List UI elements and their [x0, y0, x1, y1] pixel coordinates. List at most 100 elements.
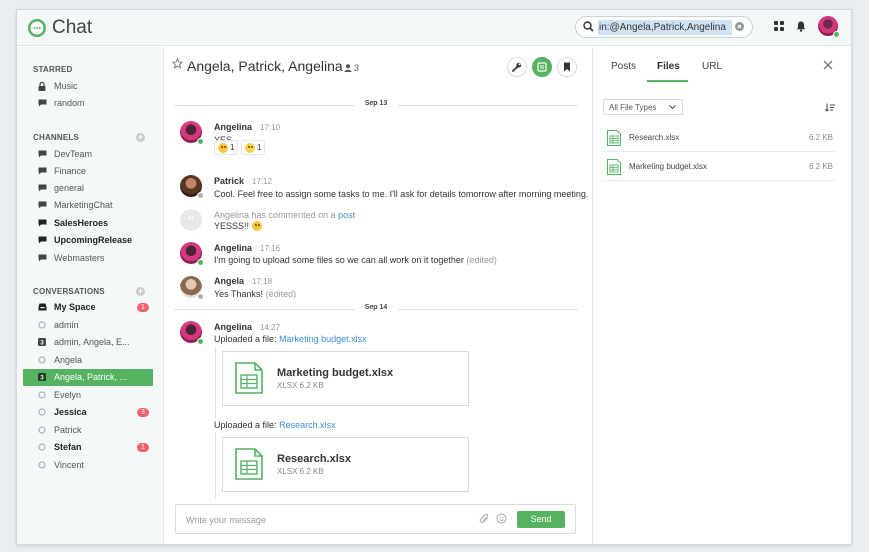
sidebar-item-finance[interactable]: Finance	[23, 163, 153, 180]
reaction-count: 1	[230, 143, 235, 152]
file-type-filter[interactable]: All File Types	[603, 99, 683, 115]
reaction-chip[interactable]: 1	[241, 140, 266, 155]
search-box[interactable]	[575, 16, 753, 38]
message-input[interactable]: Write your message	[186, 515, 266, 525]
sort-icon[interactable]	[825, 103, 835, 112]
star-icon[interactable]	[172, 58, 183, 69]
sidebar-item-jessica[interactable]: Jessica 3	[23, 404, 153, 421]
settings-button[interactable]	[507, 57, 527, 77]
message-text-row: Yes Thanks! (edited)	[214, 289, 296, 299]
reaction-chip[interactable]: 1	[214, 140, 239, 155]
tab-url[interactable]: URL	[702, 61, 722, 72]
send-button[interactable]: Send	[517, 511, 565, 528]
sidebar-item-stefan[interactable]: Stefan 1	[23, 439, 153, 456]
message-author[interactable]: Angelina 14:27	[214, 322, 280, 332]
file-list-item[interactable]: Marketing budget.xlsx 6.2 KB	[601, 152, 835, 181]
message-author[interactable]: Patrick 17:12	[214, 176, 272, 186]
avatar[interactable]	[180, 276, 204, 300]
sidebar-item-random[interactable]: random	[23, 95, 153, 112]
message-author[interactable]: Angela 17:18	[214, 276, 272, 286]
emoji-icon[interactable]	[496, 513, 507, 524]
message-author[interactable]: Angelina 17:16	[214, 243, 280, 253]
sidebar-item-general[interactable]: general	[23, 180, 153, 197]
member-count-value: 3	[354, 63, 360, 73]
avatar[interactable]	[180, 175, 204, 199]
file-card[interactable]: Marketing budget.xlsx XLSX 6.2 KB	[222, 351, 469, 406]
chat-icon	[38, 254, 47, 262]
notifications-bell-icon[interactable]	[796, 21, 806, 32]
add-conversation-icon[interactable]: +	[136, 287, 145, 296]
unread-badge: 1	[137, 303, 149, 312]
user-avatar[interactable]	[817, 15, 840, 38]
files-panel-button[interactable]	[532, 57, 552, 77]
comment-author[interactable]: Angelina	[214, 210, 249, 220]
document-icon	[537, 62, 547, 72]
avatar[interactable]	[180, 121, 204, 145]
sidebar-item-angela-patrick-group[interactable]: 3 Angela, Patrick, ...	[23, 369, 153, 386]
sidebar-item-label: admin	[54, 320, 79, 330]
message-author[interactable]: Angelina 17:10	[214, 122, 280, 132]
avatar[interactable]	[180, 242, 204, 266]
smile-emoji-icon	[252, 221, 263, 231]
file-card[interactable]: Research.xlsx XLSX 6.2 KB	[222, 437, 469, 492]
group-icon: 3	[38, 338, 46, 346]
sidebar-item-upcomingrelease[interactable]: UpcomingRelease	[23, 232, 153, 249]
conversations-header: CONVERSATIONS	[33, 287, 105, 296]
sidebar-item-salesheroes[interactable]: SalesHeroes	[23, 215, 153, 232]
post-link[interactable]: post	[338, 210, 355, 220]
upload-prefix: Uploaded a file:	[214, 334, 277, 344]
file-card-meta: XLSX 6.2 KB	[277, 381, 324, 390]
upload-prefix: Uploaded a file:	[214, 420, 277, 430]
author-name: Angelina	[214, 243, 253, 253]
status-circle-icon	[38, 426, 46, 434]
tab-posts[interactable]: Posts	[611, 61, 636, 72]
quote-bar	[215, 433, 216, 498]
avatar[interactable]	[180, 321, 204, 345]
sidebar-item-music[interactable]: Music	[23, 78, 153, 95]
unread-badge: 3	[137, 408, 149, 417]
sidebar-item-label: Patrick	[54, 425, 82, 435]
sidebar-item-webmasters[interactable]: Webmasters	[23, 250, 153, 267]
status-circle-icon	[38, 356, 46, 364]
sidebar-item-vincent[interactable]: Vincent	[23, 457, 153, 474]
sidebar-item-label: Vincent	[54, 460, 84, 470]
status-circle-icon	[38, 408, 46, 416]
sidebar-item-patrick[interactable]: Patrick	[23, 422, 153, 439]
file-link[interactable]: Marketing budget.xlsx	[279, 334, 367, 344]
status-circle-icon	[38, 443, 46, 451]
attach-icon[interactable]	[479, 513, 490, 525]
unread-badge: 1	[137, 443, 149, 452]
sidebar-item-evelyn[interactable]: Evelyn	[23, 387, 153, 404]
search-input[interactable]	[598, 20, 732, 35]
tab-files[interactable]: Files	[657, 61, 680, 72]
message-time: 17:16	[260, 244, 281, 253]
message-text: YESSS!!	[214, 221, 250, 231]
message-composer[interactable]: Write your message Send	[175, 504, 576, 534]
file-link[interactable]: Research.xlsx	[279, 420, 336, 430]
member-count[interactable]: 3	[344, 63, 359, 73]
apps-grid-icon[interactable]	[774, 21, 784, 31]
sidebar-item-my-space[interactable]: My Space 1	[23, 299, 153, 316]
spreadsheet-icon	[235, 448, 263, 480]
sidebar-item-devteam[interactable]: DevTeam	[23, 146, 153, 163]
sidebar-item-label: SalesHeroes	[54, 218, 109, 228]
chat-logo-icon	[28, 19, 46, 37]
message-text: Yes Thanks!	[214, 289, 264, 299]
edited-label: (edited)	[265, 289, 297, 299]
clear-search-icon[interactable]	[735, 22, 744, 31]
sidebar-item-angela[interactable]: Angela	[23, 352, 153, 369]
file-name: Marketing budget.xlsx	[629, 162, 707, 171]
add-channel-icon[interactable]: +	[136, 133, 145, 142]
spreadsheet-icon	[235, 362, 263, 394]
sidebar-item-admin[interactable]: admin	[23, 317, 153, 334]
chat-icon	[38, 184, 47, 192]
file-list-item[interactable]: Research.xlsx 6.2 KB	[601, 123, 835, 152]
bookmark-button[interactable]	[557, 57, 577, 77]
sidebar-item-admin-angela-group[interactable]: 3 admin, Angela, E...	[23, 334, 153, 351]
sidebar-item-label: Jessica	[54, 407, 87, 417]
sidebar-item-marketingchat[interactable]: MarketingChat	[23, 197, 153, 214]
app-logo[interactable]: Chat	[27, 17, 92, 39]
reaction-count: 1	[257, 143, 262, 152]
close-icon[interactable]	[823, 60, 833, 70]
online-status-dot	[833, 31, 840, 38]
